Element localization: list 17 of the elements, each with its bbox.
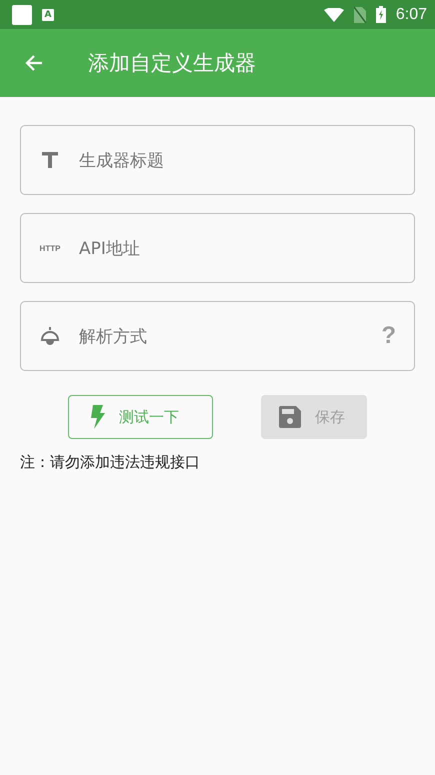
clock-time: 6:07 [396, 6, 427, 24]
notification-icon [12, 4, 32, 24]
lightning-icon [91, 405, 105, 429]
page-title: 添加自定义生成器 [88, 50, 256, 77]
no-sim-icon [354, 6, 366, 22]
help-icon[interactable]: ? [381, 322, 396, 350]
notification-badge: A [42, 8, 54, 20]
bell-icon [39, 326, 61, 346]
input-field[interactable]: 解析方式 ? [20, 301, 415, 371]
note-text: 注：请勿添加违法违规接口 [20, 453, 201, 472]
battery-charging-icon [376, 6, 386, 23]
http-icon: HTTP [40, 244, 60, 252]
text-icon [41, 151, 59, 169]
input-field[interactable]: 生成器标题 [20, 125, 415, 195]
wifi-icon [324, 8, 344, 22]
input-field[interactable]: HTTP API地址 [20, 213, 415, 283]
test-button[interactable]: 测试一下 [68, 395, 213, 439]
